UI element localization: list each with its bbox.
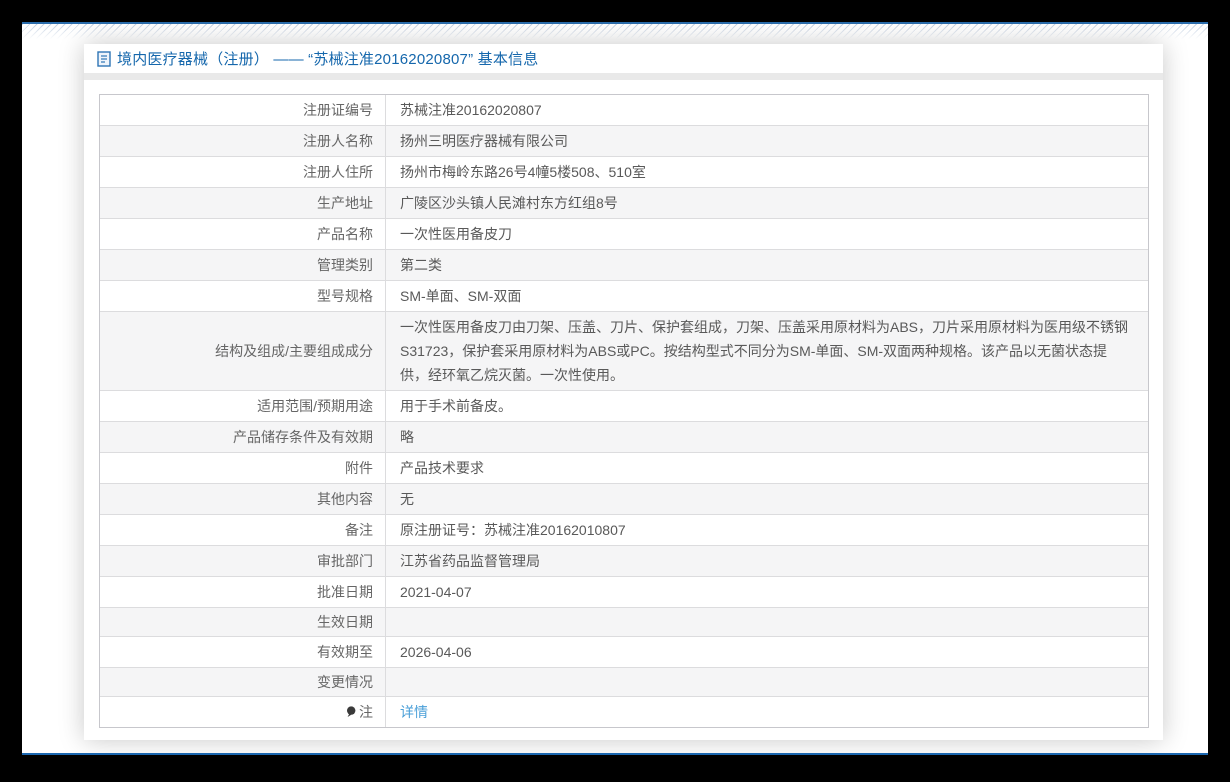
- row-label: 变更情况: [100, 668, 386, 696]
- row-label: 管理类别: [100, 250, 386, 280]
- row-label: 注册人名称: [100, 126, 386, 156]
- table-row: 适用范围/预期用途 用于手术前备皮。: [100, 391, 1148, 422]
- panel-header: 境内医疗器械（注册） —— “苏械注准20162020807” 基本信息: [84, 44, 1163, 68]
- table-row: 备注 原注册证号：苏械注准20162010807: [100, 515, 1148, 546]
- table-row: 注册人名称 扬州三明医疗器械有限公司: [100, 126, 1148, 157]
- row-label: 适用范围/预期用途: [100, 391, 386, 421]
- table-row: 变更情况: [100, 668, 1148, 697]
- row-value: 用于手术前备皮。: [386, 391, 1148, 421]
- row-label: 注册人住所: [100, 157, 386, 187]
- table-row-note: 注 详情: [100, 697, 1148, 727]
- table-row: 注册人住所 扬州市梅岭东路26号4幢5楼508、510室: [100, 157, 1148, 188]
- row-value: 扬州三明医疗器械有限公司: [386, 126, 1148, 156]
- row-label: 型号规格: [100, 281, 386, 311]
- row-label: 产品储存条件及有效期: [100, 422, 386, 452]
- document-icon: [97, 51, 111, 67]
- row-label: 备注: [100, 515, 386, 545]
- row-label: 生产地址: [100, 188, 386, 218]
- title-divider: [84, 73, 1163, 80]
- row-value: 江苏省药品监督管理局: [386, 546, 1148, 576]
- table-row: 生效日期: [100, 608, 1148, 637]
- table-row: 产品储存条件及有效期 略: [100, 422, 1148, 453]
- row-value: 扬州市梅岭东路26号4幢5楼508、510室: [386, 157, 1148, 187]
- row-label: 其他内容: [100, 484, 386, 514]
- row-value: 略: [386, 422, 1148, 452]
- row-label: 注: [100, 697, 386, 727]
- page-title: 境内医疗器械（注册） —— “苏械注准20162020807” 基本信息: [117, 48, 538, 69]
- row-value: 2026-04-06: [386, 637, 1148, 667]
- bulb-icon: [346, 706, 356, 718]
- table-row: 产品名称 一次性医用备皮刀: [100, 219, 1148, 250]
- row-value: 一次性医用备皮刀: [386, 219, 1148, 249]
- table-row: 结构及组成/主要组成成分 一次性医用备皮刀由刀架、压盖、刀片、保护套组成，刀架、…: [100, 312, 1148, 391]
- row-label: 注册证编号: [100, 95, 386, 125]
- row-label: 结构及组成/主要组成成分: [100, 312, 386, 390]
- row-value: SM-单面、SM-双面: [386, 281, 1148, 311]
- row-value: 无: [386, 484, 1148, 514]
- row-value: 一次性医用备皮刀由刀架、压盖、刀片、保护套组成，刀架、压盖采用原材料为ABS，刀…: [386, 312, 1148, 390]
- row-value: 2021-04-07: [386, 577, 1148, 607]
- row-label: 有效期至: [100, 637, 386, 667]
- details-link[interactable]: 详情: [400, 700, 428, 724]
- bottom-accent-line: [22, 753, 1208, 755]
- row-value: [386, 608, 1148, 636]
- note-label: 注: [359, 702, 373, 722]
- info-panel: 境内医疗器械（注册） —— “苏械注准20162020807” 基本信息 注册证…: [84, 44, 1163, 740]
- row-value: 第二类: [386, 250, 1148, 280]
- table-row: 型号规格 SM-单面、SM-双面: [100, 281, 1148, 312]
- row-label: 产品名称: [100, 219, 386, 249]
- table-row: 审批部门 江苏省药品监督管理局: [100, 546, 1148, 577]
- table-row: 注册证编号 苏械注准20162020807: [100, 95, 1148, 126]
- page-background: 境内医疗器械（注册） —— “苏械注准20162020807” 基本信息 注册证…: [22, 22, 1208, 755]
- table-row: 附件 产品技术要求: [100, 453, 1148, 484]
- row-label: 附件: [100, 453, 386, 483]
- row-label: 生效日期: [100, 608, 386, 636]
- row-value: 原注册证号：苏械注准20162010807: [386, 515, 1148, 545]
- hatch-texture: [22, 24, 1208, 40]
- table-row: 其他内容 无: [100, 484, 1148, 515]
- registration-table: 注册证编号 苏械注准20162020807 注册人名称 扬州三明医疗器械有限公司…: [99, 94, 1149, 728]
- row-value: 苏械注准20162020807: [386, 95, 1148, 125]
- row-value: 详情: [386, 697, 1148, 727]
- table-row: 生产地址 广陵区沙头镇人民滩村东方红组8号: [100, 188, 1148, 219]
- row-value: 产品技术要求: [386, 453, 1148, 483]
- row-value: 广陵区沙头镇人民滩村东方红组8号: [386, 188, 1148, 218]
- table-row: 管理类别 第二类: [100, 250, 1148, 281]
- row-label: 审批部门: [100, 546, 386, 576]
- table-row: 批准日期 2021-04-07: [100, 577, 1148, 608]
- row-value: [386, 668, 1148, 696]
- table-row: 有效期至 2026-04-06: [100, 637, 1148, 668]
- row-label: 批准日期: [100, 577, 386, 607]
